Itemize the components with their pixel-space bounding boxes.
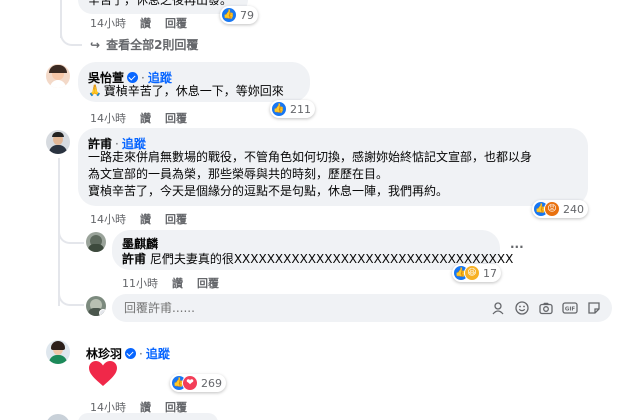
- comment-text: 一路走來併肩無數場的戰役，不管角色如何切換，感謝妳始終惦記文宣部，也都以身 為文…: [88, 149, 583, 200]
- comment-time[interactable]: 14小時: [90, 110, 126, 126]
- verified-badge-icon: [125, 348, 137, 359]
- sticker-icon[interactable]: [586, 300, 602, 316]
- svg-text:GIF: GIF: [565, 307, 576, 313]
- comment-time[interactable]: 14小時: [90, 211, 126, 227]
- reply-time[interactable]: 11小時: [122, 275, 158, 291]
- comment-meta: 14小時 讚 回覆: [90, 211, 201, 227]
- reaction-count: 269: [201, 376, 222, 390]
- thread-connector: [58, 290, 84, 306]
- reaction-count: 79: [240, 8, 254, 22]
- reaction-summary[interactable]: 👍 😡 240: [532, 200, 588, 218]
- mention-tag[interactable]: 許甫: [122, 252, 146, 266]
- love-reaction-icon: ❤: [182, 375, 198, 391]
- comment-bubble-partial: [78, 413, 218, 420]
- like-link[interactable]: 讚: [140, 15, 151, 31]
- follow-button[interactable]: 追蹤: [146, 347, 170, 361]
- reaction-summary[interactable]: 👍 211: [270, 100, 315, 118]
- comment-time[interactable]: 14小時: [90, 15, 126, 31]
- comment-text: 🙏 寶楨辛苦了，休息一下，等妳回來: [88, 84, 284, 98]
- like-link[interactable]: 讚: [140, 110, 151, 126]
- reply-link[interactable]: 回覆: [165, 15, 187, 31]
- author-name[interactable]: 墨麒麟: [122, 235, 158, 252]
- reaction-summary[interactable]: 👍 ❤ 269: [170, 374, 226, 392]
- comment-line: 一路走來併肩無數場的戰役，不管角色如何切換，感謝妳始終惦記文宣部，也都以身: [88, 150, 533, 164]
- comment-text-partial: 辛苦了，休息之後再出發。: [88, 0, 233, 7]
- view-more-replies-label: 查看全部2則回覆: [106, 38, 199, 52]
- avatar[interactable]: [46, 64, 70, 88]
- praying-hands-emoji-icon: 🙏: [88, 84, 102, 97]
- angry-reaction-icon: 😡: [544, 201, 560, 217]
- reply-link[interactable]: 回覆: [165, 211, 187, 227]
- reaction-count: 240: [563, 202, 584, 216]
- comment-meta: 14小時 讚 回覆: [90, 15, 201, 31]
- like-link[interactable]: 讚: [140, 211, 151, 227]
- camera-icon[interactable]: [538, 300, 554, 316]
- current-user-avatar[interactable]: [86, 296, 106, 316]
- reply-meta: 11小時 讚 回覆: [122, 275, 233, 291]
- heart-emoji-icon: [88, 360, 118, 392]
- emoji-icon[interactable]: [514, 300, 530, 316]
- reply-arrow-icon: ↪: [90, 37, 101, 52]
- avatar[interactable]: [46, 340, 70, 364]
- reply-text: 許甫 尼們夫妻真的很XXXXXXXXXXXXXXXXXXXXXXXXXXXXXX…: [122, 252, 514, 266]
- verified-badge-icon: [127, 72, 139, 83]
- like-reaction-icon: 👍: [221, 7, 237, 23]
- avatar[interactable]: [86, 232, 106, 252]
- gif-icon[interactable]: GIF: [562, 300, 578, 316]
- reply-input[interactable]: [124, 301, 484, 315]
- avatar[interactable]: [46, 130, 70, 154]
- avatar[interactable]: [46, 414, 70, 420]
- comment-line: 為文宣部的一員為榮，那些榮辱與共的時刻，歷歷在目。: [88, 167, 389, 181]
- comment-meta: 14小時 讚 回覆: [90, 110, 201, 126]
- reply-input-box[interactable]: GIF: [112, 294, 612, 322]
- thread-connector: [58, 222, 84, 244]
- thread-connector: [60, 30, 82, 46]
- comment-bubble: 吳怡萱 · 追蹤 🙏 寶楨辛苦了，休息一下，等妳回來: [78, 62, 310, 102]
- comment-line: 寶楨辛苦了，今天是個緣分的逗點不是句點，休息一陣，我們再約。: [88, 184, 449, 198]
- reaction-summary[interactable]: 👍 79: [220, 6, 258, 24]
- view-more-replies-link[interactable]: ↪ 查看全部2則回覆: [90, 36, 198, 53]
- reply-bubble: 墨麒麟 許甫 尼們夫妻真的很XXXXXXXXXXXXXXXXXXXXXXXXXX…: [112, 230, 513, 270]
- more-options-button[interactable]: ···: [510, 240, 524, 254]
- reply-link[interactable]: 回覆: [165, 110, 187, 126]
- reaction-count: 211: [290, 102, 311, 116]
- reaction-count: 17: [483, 266, 497, 280]
- reply-link[interactable]: 回覆: [197, 275, 219, 291]
- like-reaction-icon: 👍: [271, 101, 287, 117]
- author-name[interactable]: 林珍羽: [86, 347, 122, 361]
- haha-reaction-icon: 😆: [464, 265, 480, 281]
- comment-bubble: 許甫 · 追蹤 一路走來併肩無數場的戰役，不管角色如何切換，感謝妳始終惦記文宣部，也…: [78, 128, 588, 206]
- like-link[interactable]: 讚: [172, 275, 183, 291]
- reaction-summary[interactable]: 👍 😆 17: [452, 264, 501, 282]
- avatar-sticker-icon[interactable]: [490, 300, 506, 316]
